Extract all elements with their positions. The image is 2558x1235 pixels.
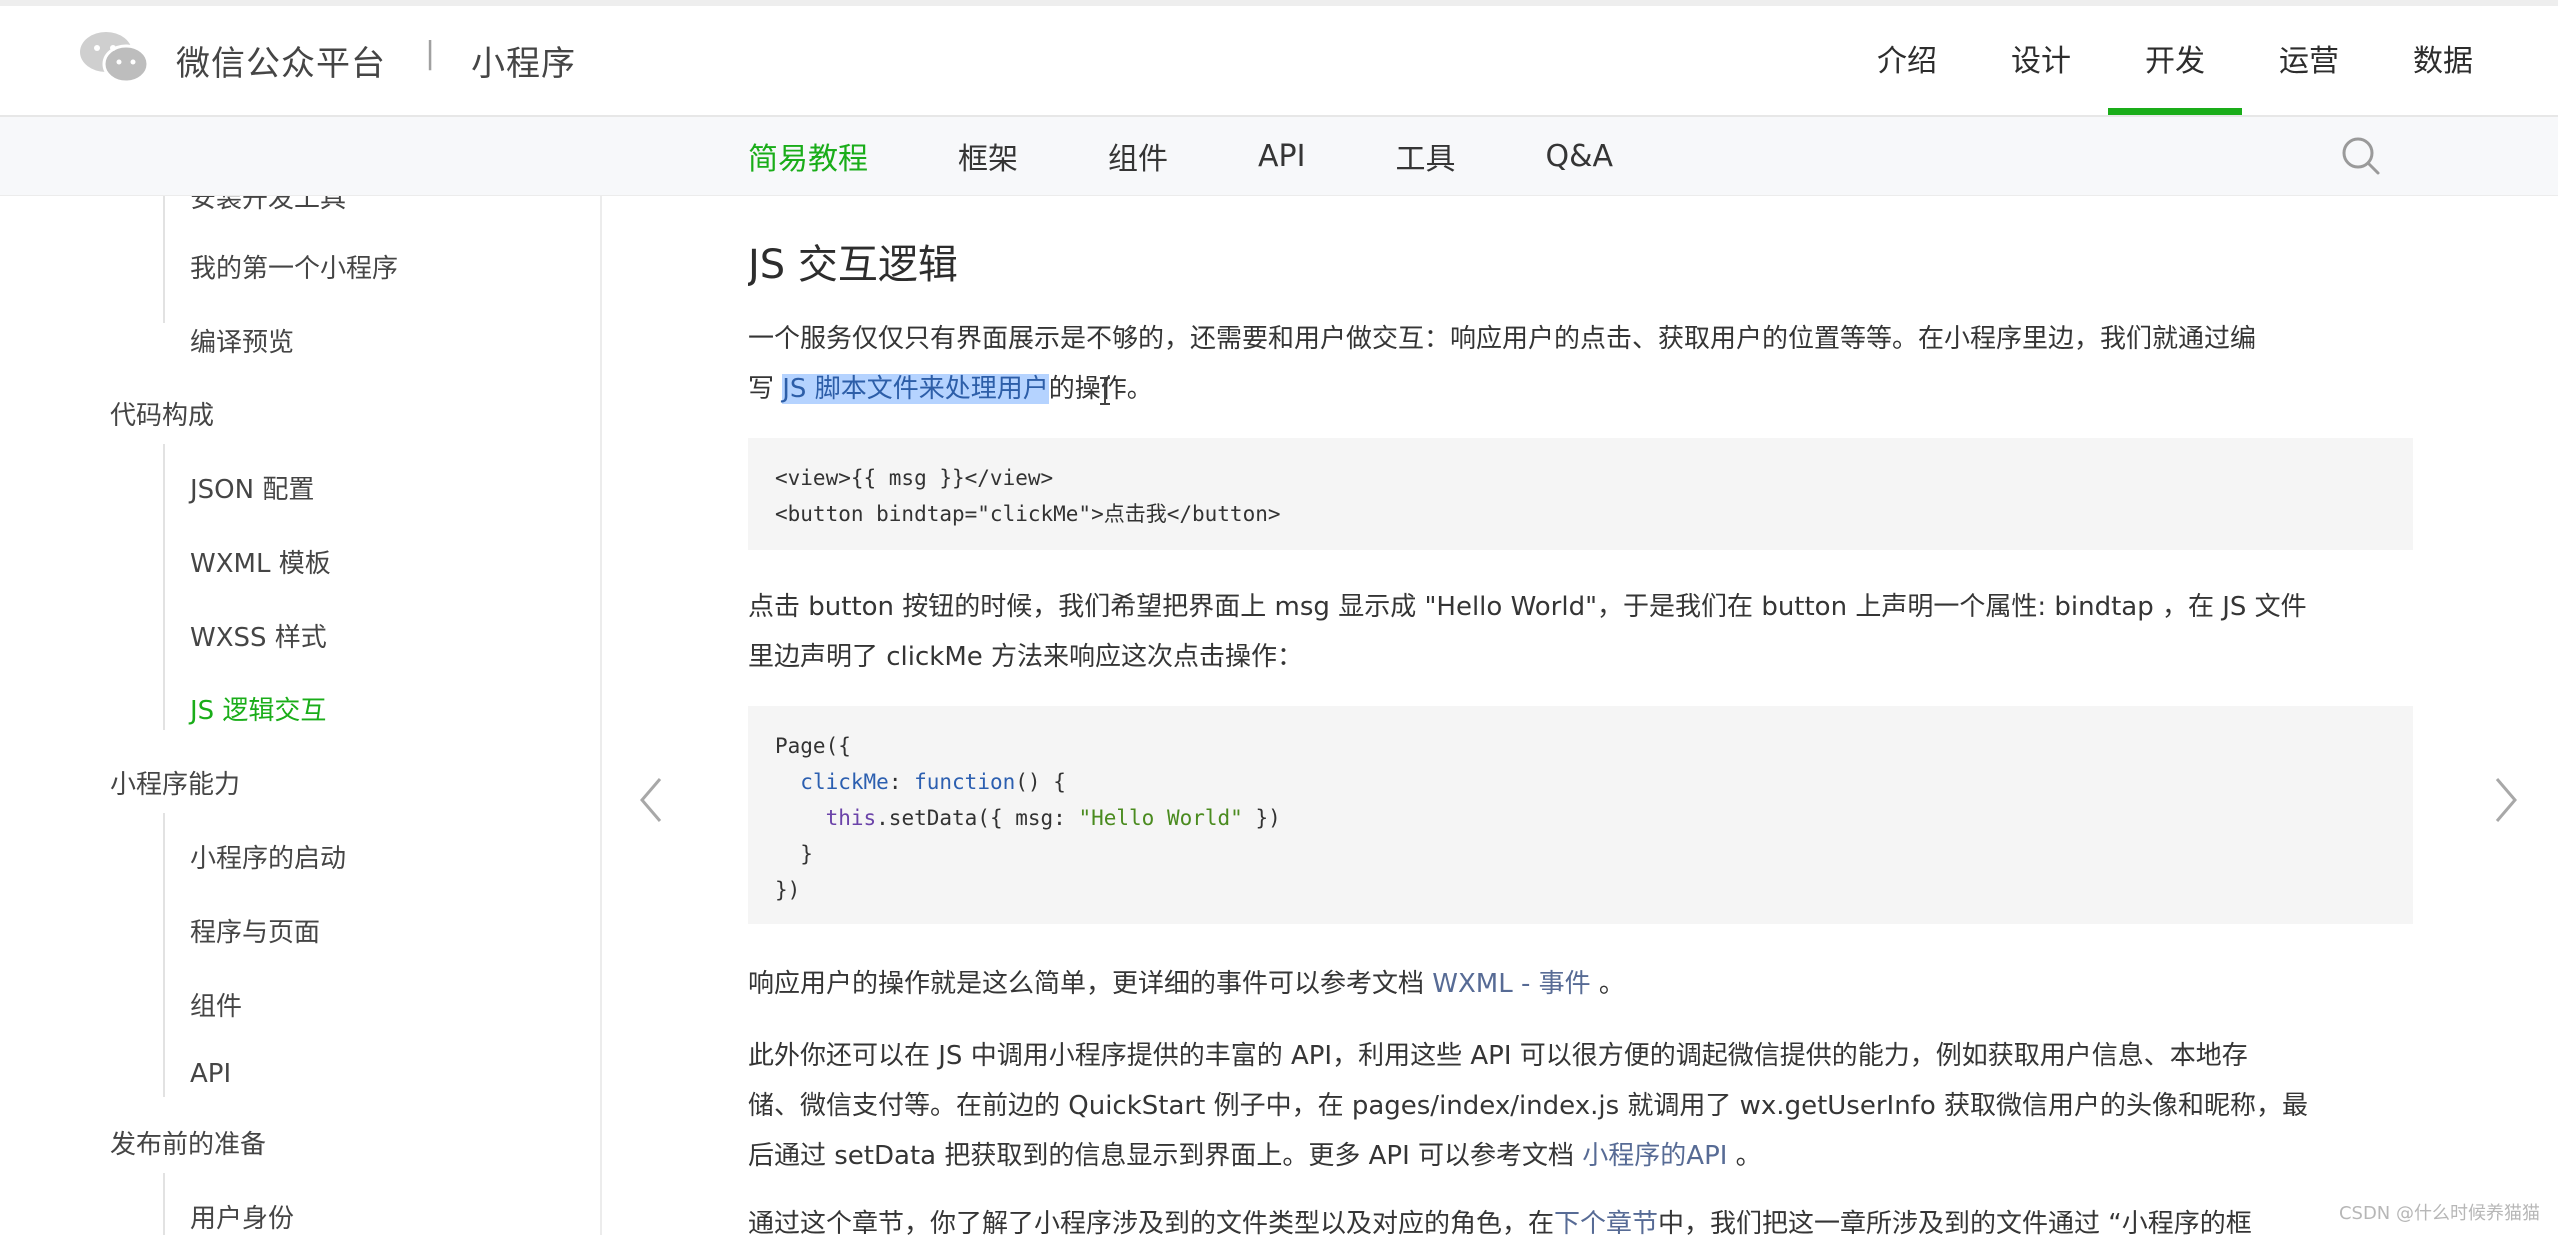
sidebar-group-capability[interactable]: 小程序能力 (110, 764, 240, 801)
brand-subtitle[interactable]: 小程序 (471, 36, 576, 85)
sidebar-tree-line (163, 813, 165, 1097)
code-line: } (775, 836, 2386, 872)
sidebar-tree-line (163, 444, 165, 730)
paragraph-line: 储、微信支付等。在前边的 QuickStart 例子中，在 pages/inde… (748, 1091, 2309, 1121)
subnav-tutorial[interactable]: 简易教程 (748, 117, 868, 195)
code-token: clickMe (800, 770, 889, 794)
code-block-js: Page({ clickMe: function() { this.setDat… (748, 706, 2413, 924)
highlighted-selection: JS 脚本文件来处理用户 (782, 374, 1049, 404)
text-segment: 响应用户的操作就是这么简单，更详细的事件可以参考文档 (748, 969, 1433, 999)
subnav-framework[interactable]: 框架 (958, 117, 1018, 195)
search-icon[interactable] (2340, 135, 2382, 177)
watermark: CSDN @什么时候养猫猫 (2338, 1203, 2540, 1224)
paragraph-bindtap: 点击 button 按钮的时候，我们希望把界面上 msg 显示成 "Hello … (748, 582, 2413, 682)
code-line: }) (775, 878, 801, 902)
text-segment: 后通过 setData 把获取到的信息显示到界面上。更多 API 可以参考文档 (748, 1141, 1583, 1171)
nav-operate[interactable]: 运营 (2242, 0, 2376, 115)
code-token: }) (1242, 806, 1281, 830)
main-nav: 介绍 设计 开发 运营 数据 (1840, 0, 2510, 115)
article-content: JS 交互逻辑 一个服务仅仅只有界面展示是不够的，还需要和用户做交互：响应用户的… (748, 196, 2413, 1235)
paragraph-line: 里边声明了 clickMe 方法来响应这次点击操作： (748, 642, 1304, 672)
nav-data[interactable]: 数据 (2376, 0, 2510, 115)
text-segment: 。 (1727, 1141, 1762, 1171)
nav-develop[interactable]: 开发 (2108, 0, 2242, 115)
subnav-qa[interactable]: Q&A (1545, 117, 1613, 195)
link-miniprogram-api[interactable]: 小程序的API (1582, 1141, 1727, 1171)
paragraph-line: 点击 button 按钮的时候，我们希望把界面上 msg 显示成 "Hello … (748, 592, 2307, 622)
code-token: } (800, 842, 813, 866)
code-line: <view>{{ msg }}</view> (775, 466, 1054, 490)
sidebar-item-launch[interactable]: 小程序的启动 (190, 838, 346, 875)
code-token: .setData({ msg: (876, 806, 1079, 830)
text-cursor-icon (1100, 377, 1110, 405)
text-segment: 。 (1590, 969, 1625, 999)
page-title: JS 交互逻辑 (748, 242, 958, 288)
sidebar-item-app-page[interactable]: 程序与页面 (190, 912, 320, 949)
brand-separator: | (425, 36, 436, 71)
text-segment: 中，我们把这一章所涉及到的文件通过 “小程序的框 (1658, 1209, 2252, 1235)
paragraph-intro: 一个服务仅仅只有界面展示是不够的，还需要和用户做交互：响应用户的点击、获取用户的… (748, 314, 2413, 414)
nav-design[interactable]: 设计 (1974, 0, 2108, 115)
code-token: () { (1015, 770, 1066, 794)
code-token: this (825, 806, 877, 830)
sidebar-item-api[interactable]: API (190, 1059, 231, 1089)
brand-name[interactable]: 微信公众平台 (176, 36, 386, 85)
sidebar: 安装开发工具 我的第一个小程序 编译预览 代码构成 JSON 配置 WXML 模… (0, 196, 602, 1235)
paragraph-next-chapter: 通过这个章节，你了解了小程序涉及到的文件类型以及对应的角色，在下个章节中，我们把… (748, 1199, 2413, 1235)
link-wxml-events[interactable]: WXML - 事件 (1432, 969, 1590, 999)
paragraph-api: 此外你还可以在 JS 中调用小程序提供的丰富的 API，利用这些 API 可以很… (748, 1031, 2413, 1181)
sidebar-group-code[interactable]: 代码构成 (110, 395, 214, 432)
subnav-api[interactable]: API (1258, 117, 1305, 195)
link-next-chapter[interactable]: 下个章节 (1554, 1209, 1658, 1235)
subnav-components[interactable]: 组件 (1108, 117, 1168, 195)
chevron-left-icon[interactable] (636, 775, 666, 825)
sidebar-item-first-app[interactable]: 我的第一个小程序 (190, 248, 398, 285)
code-token: "Hello World" (1078, 806, 1243, 830)
sub-header: 简易教程 框架 组件 API 工具 Q&A (0, 117, 2558, 196)
sidebar-item-install-tools[interactable]: 安装开发工具 (190, 196, 346, 215)
paragraph-line: 后通过 setData 把获取到的信息显示到界面上。更多 API 可以参考文档 … (748, 1131, 2413, 1181)
text-segment: 写 (748, 374, 783, 404)
sidebar-item-wxml[interactable]: WXML 模板 (190, 543, 331, 580)
code-token: function (914, 770, 1016, 794)
sidebar-item-components[interactable]: 组件 (190, 986, 242, 1023)
paragraph-events: 响应用户的操作就是这么简单，更详细的事件可以参考文档 WXML - 事件 。 (748, 959, 2413, 1009)
sidebar-tree-line (163, 196, 165, 323)
paragraph-line: 此外你还可以在 JS 中调用小程序提供的丰富的 API，利用这些 API 可以很… (748, 1041, 2248, 1071)
top-header: 微信公众平台 | 小程序 介绍 设计 开发 运营 数据 (0, 0, 2558, 117)
code-line: Page({ (775, 734, 851, 758)
sidebar-group-publish[interactable]: 发布前的准备 (110, 1124, 266, 1161)
code-line: <button bindtap="clickMe">点击我</button> (775, 502, 1281, 526)
text-segment: 通过这个章节，你了解了小程序涉及到的文件类型以及对应的角色，在 (748, 1209, 1555, 1235)
sidebar-item-user-identity[interactable]: 用户身份 (190, 1198, 294, 1235)
paragraph-line: 一个服务仅仅只有界面展示是不够的，还需要和用户做交互：响应用户的点击、获取用户的… (748, 324, 2257, 354)
nav-intro[interactable]: 介绍 (1840, 0, 1974, 115)
paragraph-line: 写 JS 脚本文件来处理用户的操作。 (748, 364, 2413, 414)
chevron-right-icon[interactable] (2491, 775, 2521, 825)
code-line: this.setData({ msg: "Hello World" }) (775, 800, 2386, 836)
code-block-wxml: <view>{{ msg }}</view> <button bindtap="c… (748, 438, 2413, 550)
sidebar-tree-line (163, 1173, 165, 1235)
wechat-logo-icon[interactable] (78, 30, 150, 86)
sidebar-item-js[interactable]: JS 逻辑交互 (190, 690, 326, 727)
sidebar-item-compile-preview[interactable]: 编译预览 (190, 322, 294, 359)
sub-nav: 简易教程 框架 组件 API 工具 Q&A (748, 117, 1703, 195)
code-token: : (888, 770, 915, 794)
subnav-tools[interactable]: 工具 (1395, 117, 1455, 195)
sidebar-item-wxss[interactable]: WXSS 样式 (190, 617, 327, 654)
code-line: clickMe: function() { (775, 764, 2386, 800)
sidebar-item-json[interactable]: JSON 配置 (190, 469, 314, 506)
